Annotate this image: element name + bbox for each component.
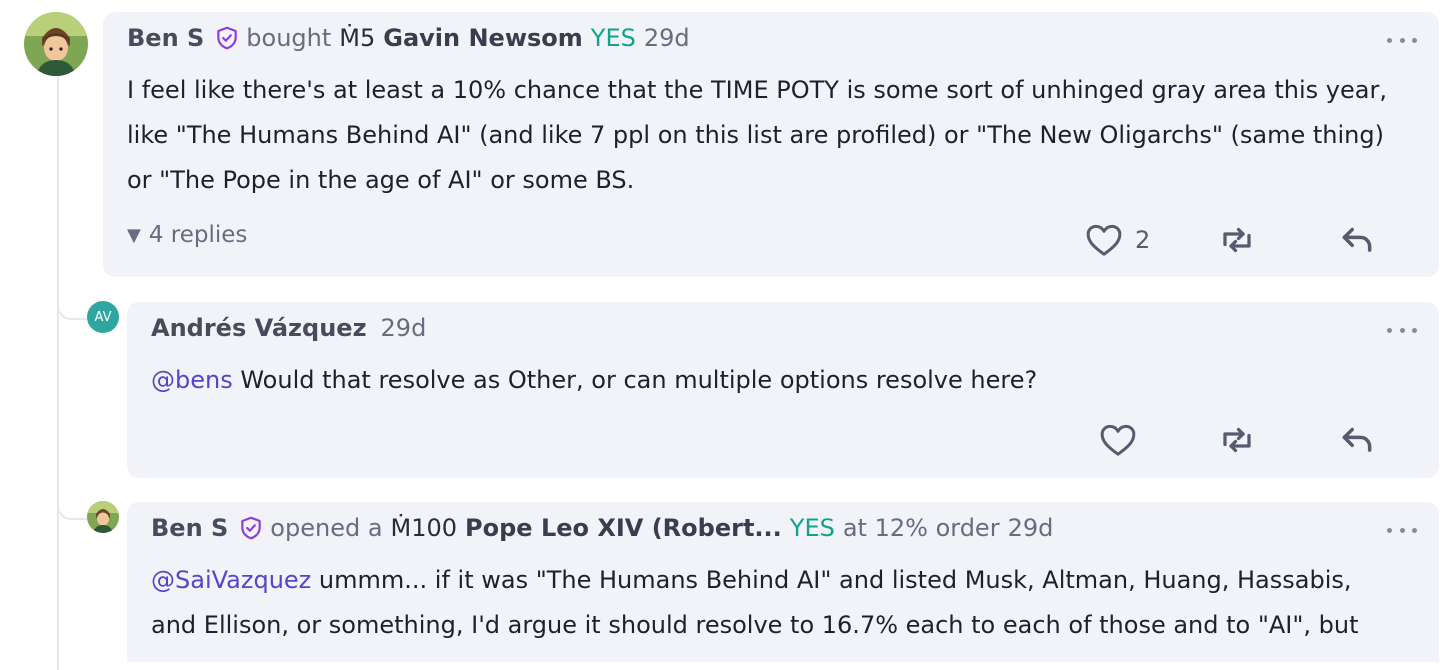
reply-icon <box>1342 227 1372 252</box>
bet-amount: Ṁ5 <box>339 24 376 52</box>
heart-icon <box>1100 424 1136 456</box>
timestamp[interactable]: 29d <box>1008 514 1054 542</box>
caret-down-icon: ▼ <box>127 224 141 246</box>
outcome-label: YES <box>789 514 835 542</box>
timestamp[interactable]: 29d <box>381 314 427 342</box>
user-mention-link[interactable]: @SaiVazquez <box>151 566 311 594</box>
like-button[interactable]: 2 <box>1083 220 1150 260</box>
comment-body: @bens Would that resolve as Other, or ca… <box>151 358 1037 403</box>
avatar[interactable] <box>87 501 119 533</box>
reply-button[interactable] <box>1337 420 1377 458</box>
comment-text: ummm... if it was "The Humans Behind AI"… <box>311 566 1352 594</box>
shield-badge-icon <box>238 515 264 541</box>
replies-count: 4 replies <box>148 222 248 248</box>
thread-branch <box>57 300 91 320</box>
repost-icon <box>1223 427 1251 453</box>
reply-button[interactable] <box>1337 220 1377 258</box>
heart-icon <box>1086 224 1122 256</box>
market-option-link[interactable]: Gavin Newsom <box>383 24 583 52</box>
action-text: opened a <box>270 514 383 542</box>
username[interactable]: Ben S <box>151 514 228 542</box>
thread-branch <box>57 500 91 520</box>
reply-icon <box>1342 427 1372 452</box>
comment-line: like "The Humans Behind AI" (and like 7 … <box>127 121 1384 149</box>
thread-line <box>57 70 59 670</box>
comment-text: Would that resolve as Other, or can mult… <box>232 366 1038 394</box>
action-text: bought <box>246 24 332 52</box>
bet-amount: Ṁ100 <box>390 514 458 542</box>
more-options-icon[interactable] <box>1387 525 1417 535</box>
repost-icon <box>1223 227 1251 253</box>
comment-header: Andrés Vázquez 29d <box>151 314 426 342</box>
comment-header: Ben S opened a Ṁ100 Pope Leo XIV (Robert… <box>151 514 1053 542</box>
username[interactable]: Ben S <box>127 24 204 52</box>
like-button[interactable] <box>1097 420 1139 460</box>
market-option-link[interactable]: Pope Leo XIV (Robert... <box>465 514 782 542</box>
avatar[interactable] <box>24 12 88 76</box>
comment-line: or "The Pope in the age of AI" or some B… <box>127 166 635 194</box>
more-options-icon[interactable] <box>1387 35 1417 45</box>
comment-line: I feel like there's at least a 10% chanc… <box>127 76 1387 104</box>
timestamp[interactable]: 29d <box>644 24 690 52</box>
outcome-label: YES <box>590 24 636 52</box>
comment-line: and Ellison, or something, I'd argue it … <box>151 611 1359 639</box>
comment-card: Andrés Vázquez 29d @bens Would that reso… <box>127 302 1439 478</box>
user-mention-link[interactable]: @bens <box>151 366 233 394</box>
username[interactable]: Andrés Vázquez <box>151 314 367 342</box>
shield-badge-icon <box>214 25 240 51</box>
more-options-icon[interactable] <box>1387 325 1417 335</box>
comment-header: Ben S bought Ṁ5 Gavin Newsom YES 29d <box>127 24 690 52</box>
repost-button[interactable] <box>1217 222 1257 258</box>
repost-button[interactable] <box>1217 422 1257 458</box>
comment-line: @SaiVazquez ummm... if it was "The Human… <box>151 558 1359 603</box>
comment-body: @SaiVazquez ummm... if it was "The Human… <box>151 558 1359 648</box>
toggle-replies-button[interactable]: ▼ 4 replies <box>127 222 247 248</box>
order-text: at 12% order <box>842 514 1000 542</box>
like-count: 2 <box>1135 226 1151 254</box>
comment-card: Ben S opened a Ṁ100 Pope Leo XIV (Robert… <box>127 502 1439 662</box>
comment-body: I feel like there's at least a 10% chanc… <box>127 68 1387 203</box>
avatar[interactable]: AV <box>87 301 119 333</box>
comment-card: Ben S bought Ṁ5 Gavin Newsom YES 29d I f… <box>103 12 1439 277</box>
